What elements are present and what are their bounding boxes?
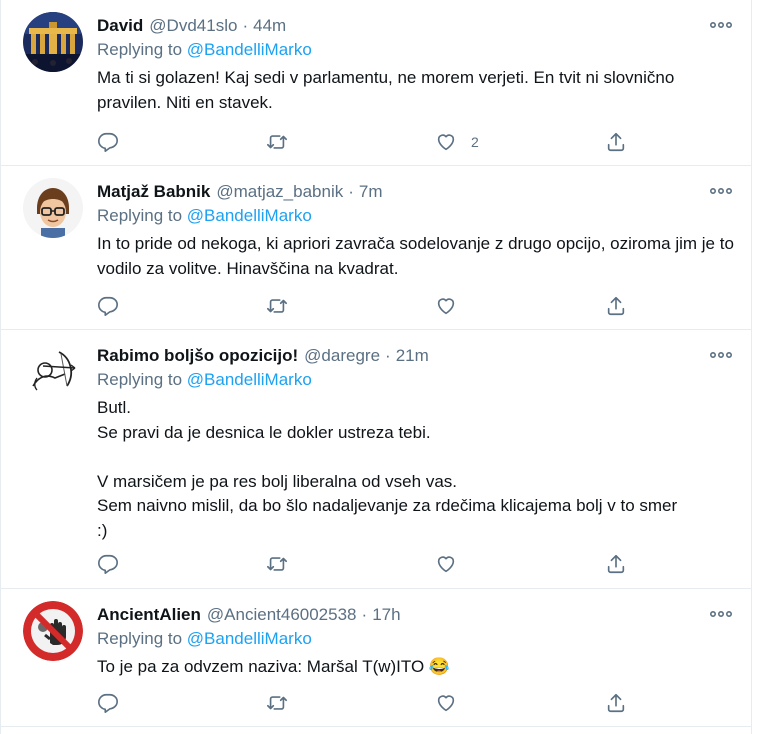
- heart-icon: [437, 134, 455, 151]
- share-icon: [607, 132, 625, 152]
- reply-feed: David @Dvd41slo · 44m Replying to @Bande…: [0, 0, 752, 734]
- like-button[interactable]: 2: [435, 128, 479, 156]
- tweet-actions: [97, 550, 637, 578]
- more-options-icon[interactable]: [708, 14, 734, 36]
- heart-icon: [437, 298, 455, 315]
- user-handle[interactable]: @Ancient46002538: [207, 605, 357, 625]
- tweet-actions: [97, 292, 637, 320]
- like-count: 2: [471, 134, 479, 150]
- replying-to: Replying to @BandelliMarko: [97, 370, 312, 390]
- mention-link[interactable]: @BandelliMarko: [187, 40, 312, 59]
- retweet-icon: [267, 135, 287, 149]
- share-button[interactable]: [605, 550, 627, 578]
- reply-button[interactable]: [97, 292, 119, 320]
- replying-prefix: Replying to: [97, 370, 183, 389]
- more-options-icon[interactable]: [708, 603, 734, 625]
- retweet-icon: [267, 299, 287, 313]
- separator-dot: ·: [242, 16, 249, 35]
- share-icon: [607, 693, 625, 713]
- heart-icon: [437, 556, 455, 573]
- retweet-button[interactable]: [265, 292, 289, 320]
- reply-icon: [98, 693, 118, 713]
- retweet-icon: [267, 557, 287, 571]
- tweet-item[interactable]: AncientAlien @Ancient46002538 · 17h Repl…: [1, 589, 752, 727]
- replying-to: Replying to @BandelliMarko: [97, 206, 312, 226]
- avatar[interactable]: [23, 12, 83, 72]
- mention-link[interactable]: @BandelliMarko: [187, 370, 312, 389]
- retweet-button[interactable]: [265, 128, 289, 156]
- retweet-button[interactable]: [265, 689, 289, 717]
- timestamp[interactable]: 17h: [372, 605, 400, 625]
- tweet-text: Ma ti si golazen! Kaj sedi v parlamentu,…: [97, 68, 675, 112]
- separator-dot: ·: [348, 182, 354, 201]
- replying-to: Replying to @BandelliMarko: [97, 40, 312, 60]
- user-name[interactable]: Matjaž Babnik: [97, 182, 210, 202]
- user-handle[interactable]: @matjaz_babnik: [216, 182, 343, 202]
- replying-prefix: Replying to: [97, 206, 183, 225]
- tweet-header: AncientAlien @Ancient46002538 · 17h: [97, 603, 702, 627]
- separator-dot: ·: [385, 346, 391, 365]
- user-name[interactable]: David: [97, 16, 143, 36]
- tweet-item[interactable]: David @Dvd41slo · 44m Replying to @Bande…: [1, 0, 752, 166]
- like-button[interactable]: [435, 550, 471, 578]
- replying-prefix: Replying to: [97, 40, 183, 59]
- avatar[interactable]: [23, 178, 83, 238]
- tweet-actions: [97, 689, 637, 717]
- reply-button[interactable]: [97, 550, 119, 578]
- tweet-text: In to pride od nekoga, ki apriori zavrač…: [97, 234, 734, 278]
- timestamp[interactable]: 7m: [359, 182, 383, 202]
- avatar[interactable]: [23, 601, 83, 661]
- separator-dot: ·: [361, 605, 368, 624]
- like-button[interactable]: [435, 689, 471, 717]
- more-options-icon[interactable]: [708, 344, 734, 366]
- heart-icon: [437, 695, 455, 712]
- timestamp[interactable]: 44m: [253, 16, 286, 36]
- like-button[interactable]: [435, 292, 471, 320]
- tweet-text: Butl. Se pravi da je desnica le dokler u…: [97, 398, 678, 540]
- tweet-item[interactable]: Rabimo boljšo opozicijo! @daregre · 21m …: [1, 330, 752, 589]
- timestamp[interactable]: 21m: [396, 346, 429, 366]
- avatar[interactable]: [23, 342, 83, 402]
- mention-link[interactable]: @BandelliMarko: [187, 629, 312, 648]
- mention-link[interactable]: @BandelliMarko: [187, 206, 312, 225]
- replying-to: Replying to @BandelliMarko: [97, 629, 312, 649]
- reply-button[interactable]: [97, 128, 119, 156]
- tweet-text: To je pa za odvzem naziva: Maršal T(w)IT…: [97, 657, 451, 676]
- share-button[interactable]: [605, 292, 627, 320]
- user-handle[interactable]: @Dvd41slo: [149, 16, 237, 36]
- user-handle[interactable]: @daregre: [304, 346, 380, 366]
- share-icon: [607, 296, 625, 316]
- share-icon: [607, 554, 625, 574]
- retweet-button[interactable]: [265, 550, 289, 578]
- user-name[interactable]: AncientAlien: [97, 605, 201, 625]
- more-options-icon[interactable]: [708, 180, 734, 202]
- tweet-header: Rabimo boljšo opozicijo! @daregre · 21m: [97, 344, 702, 368]
- share-button[interactable]: [605, 128, 627, 156]
- share-button[interactable]: [605, 689, 627, 717]
- tweet-header: Matjaž Babnik @matjaz_babnik · 7m: [97, 180, 702, 204]
- reply-icon: [98, 554, 118, 574]
- tweet-header: David @Dvd41slo · 44m: [97, 14, 702, 38]
- reply-button[interactable]: [97, 689, 119, 717]
- reply-icon: [98, 132, 118, 152]
- tweet-item[interactable]: Matjaž Babnik @matjaz_babnik · 7m Replyi…: [1, 166, 752, 330]
- replying-prefix: Replying to: [97, 629, 183, 648]
- reply-icon: [98, 296, 118, 316]
- tweet-actions: 2: [97, 128, 637, 156]
- user-name[interactable]: Rabimo boljšo opozicijo!: [97, 346, 298, 366]
- retweet-icon: [267, 696, 287, 710]
